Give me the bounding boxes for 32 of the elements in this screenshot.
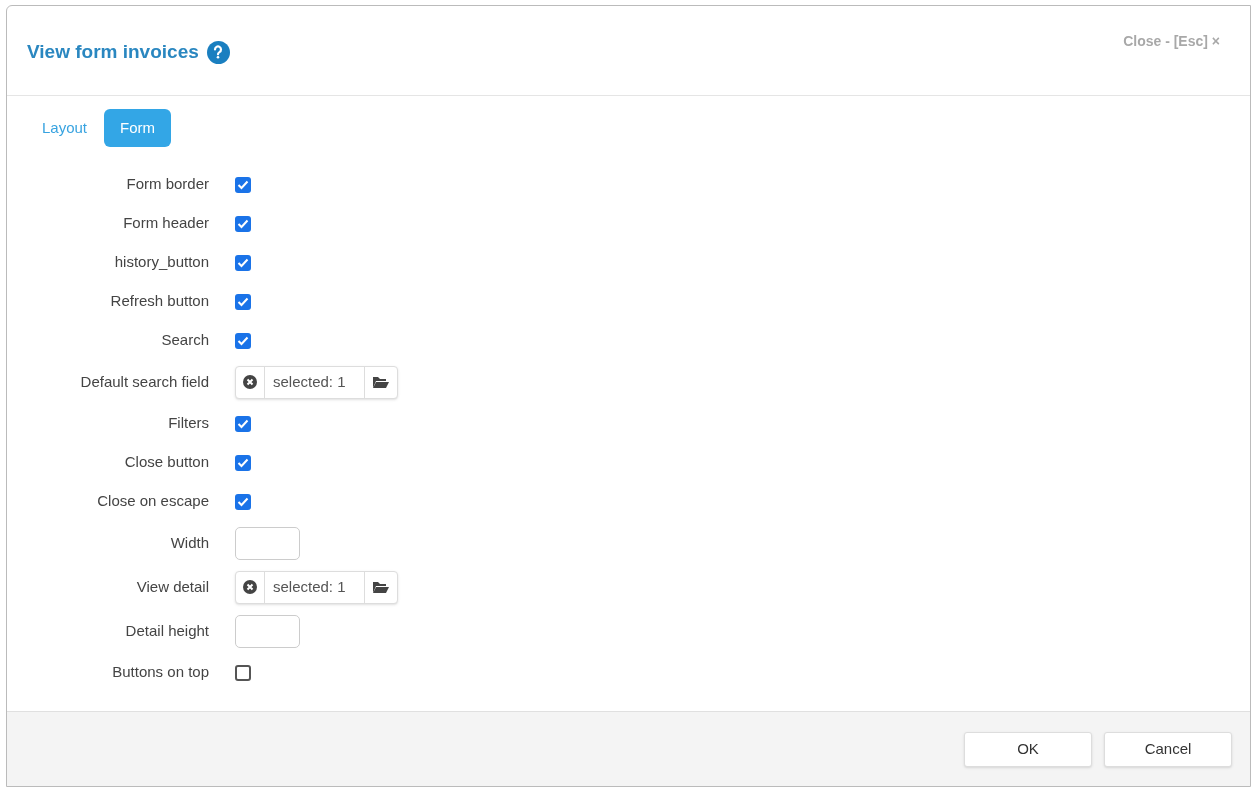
input-field[interactable] xyxy=(235,526,300,560)
selection-value: selected: 1 xyxy=(265,571,365,603)
checkbox[interactable] xyxy=(235,254,251,271)
input-field[interactable] xyxy=(235,614,300,648)
field-label: history_button xyxy=(113,252,209,273)
field-label: Width xyxy=(169,532,209,553)
selector-field[interactable]: selected: 1 xyxy=(235,365,398,399)
checkbox[interactable] xyxy=(235,493,251,510)
checkbox[interactable] xyxy=(235,176,251,193)
field-label: Buttons on top xyxy=(111,662,209,683)
checkbox[interactable] xyxy=(235,332,251,349)
field-label: Default search field xyxy=(79,371,209,392)
checkbox[interactable] xyxy=(235,454,251,471)
field-label: Form header xyxy=(122,213,209,234)
field-label: Form border xyxy=(125,174,209,195)
dialog-button[interactable]: OK xyxy=(964,731,1092,767)
field-label: Filters xyxy=(167,413,209,434)
selector-field[interactable]: selected: 1 xyxy=(235,570,398,604)
dialog-button[interactable]: Cancel xyxy=(1104,731,1232,767)
field-label: Detail height xyxy=(124,620,209,641)
field-label: Close button xyxy=(123,452,209,473)
dialog-title: View form invoices xyxy=(27,40,199,64)
field-label: View detail xyxy=(135,576,209,597)
help-icon[interactable] xyxy=(206,40,230,64)
checkbox[interactable] xyxy=(235,415,251,432)
checkbox[interactable] xyxy=(235,293,251,310)
checkbox[interactable] xyxy=(235,664,251,681)
checkbox[interactable] xyxy=(235,215,251,232)
field-label: Close on escape xyxy=(96,491,209,512)
selection-value: selected: 1 xyxy=(265,366,365,398)
field-label: Search xyxy=(160,330,209,351)
field-label: Refresh button xyxy=(109,291,209,312)
